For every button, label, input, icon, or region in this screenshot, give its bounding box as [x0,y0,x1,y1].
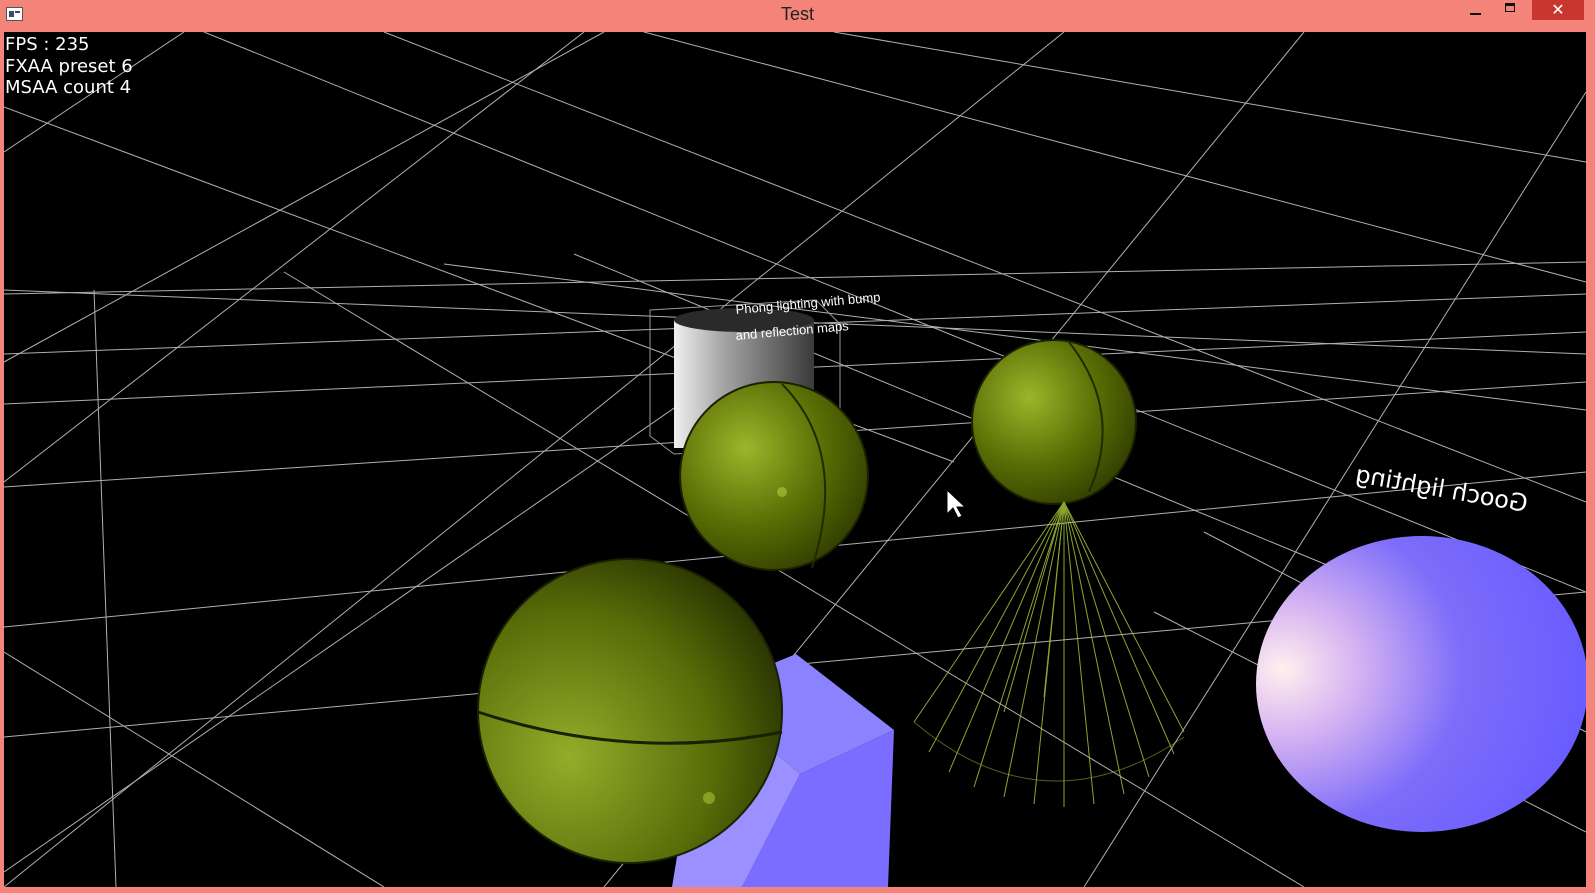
close-icon[interactable]: ✕ [1532,0,1584,20]
maximize-icon[interactable] [1496,0,1526,20]
title-bar[interactable]: Test ✕ [0,0,1595,32]
fps-readout: FPS : 235 [5,34,90,55]
glass-sphere-upper [971,339,1137,505]
wireframe-cone [913,501,1185,807]
app-window: Test ✕ Phong lighting with bump and refl… [0,0,1595,893]
render-viewport[interactable]: Phong lighting with bump and reflection … [4,32,1586,887]
gooch-label: Gooch lighting [1353,460,1530,518]
msaa-readout: MSAA count 4 [5,77,132,98]
mouse-cursor-icon [946,488,967,519]
minimize-icon[interactable] [1462,0,1490,20]
glass-sphere-front [477,558,783,864]
phong-label-line1: Phong lighting with bump [735,289,881,317]
scene-canvas: Phong lighting with bump and reflection … [4,32,1586,887]
gooch-sphere [1256,536,1586,832]
stats-overlay: FPS : 235 FXAA preset 6 MSAA count 4 [5,34,133,99]
window-title: Test [780,4,814,24]
glass-sphere-middle [679,381,869,571]
fxaa-readout: FXAA preset 6 [5,55,133,77]
